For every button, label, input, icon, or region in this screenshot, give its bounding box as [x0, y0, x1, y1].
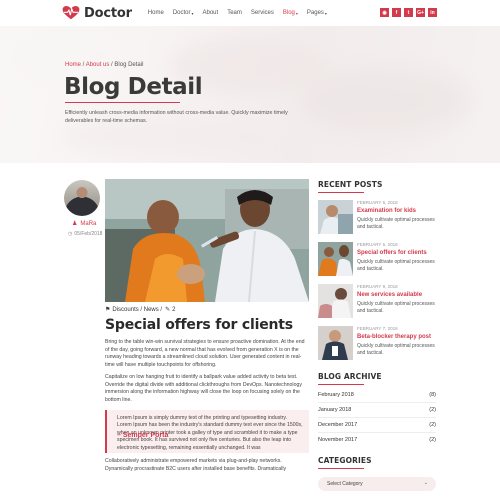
title-underline [65, 102, 180, 103]
page-title: Blog Detail [64, 74, 203, 100]
rss-icon[interactable]: ◉ [380, 8, 389, 17]
nav-item-label: Services [250, 10, 274, 16]
page: Doctor Home Doctor ▾ About Team Services Blog ▾… [0, 0, 500, 500]
recent-post-item[interactable]: FEBRUARY 7, 2018 Beta-blocker therapy pos… [318, 326, 436, 362]
breadcrumb-current: Blog Detail [114, 62, 144, 68]
divider [318, 417, 436, 418]
nav-item-label: About [202, 10, 219, 16]
archive-month: December 2017 [318, 422, 358, 428]
divider [318, 432, 436, 433]
nav-item-label: Home [147, 10, 164, 16]
post-featured-image [105, 179, 309, 302]
nav-item-label: Team [227, 10, 242, 16]
archive-item[interactable]: November 2017 (2) [318, 437, 436, 443]
nav-item-label: Doctor [172, 10, 191, 16]
recent-post-thumbnail[interactable] [318, 242, 353, 276]
author-name[interactable]: ♟ MaRa [72, 220, 97, 228]
archive-count: (2) [429, 422, 436, 428]
recent-post-date: FEBRUARY 5, 2018 [357, 242, 398, 247]
clock-icon: ◷ [68, 231, 73, 237]
quote-author: – Semper Porta [117, 432, 169, 439]
breadcrumb: Home / About us / Blog Detail [65, 62, 143, 68]
linkedin-icon[interactable]: in [428, 8, 437, 17]
post-paragraph: Bring to the table win-win survival stra… [105, 339, 305, 368]
nav-item-doctor[interactable]: Doctor ▾ [173, 10, 194, 16]
archive-count: (2) [429, 437, 436, 443]
nav-item-about[interactable]: About [203, 10, 219, 16]
social-links: ◉ f t G+ in [377, 8, 437, 17]
page-description: Efficiently unleash cross-media informat… [65, 110, 288, 124]
comment-count[interactable]: 2 [172, 307, 175, 313]
author-label: MaRa [80, 220, 97, 227]
heart-pulse-icon [62, 6, 80, 20]
post-categories[interactable]: Discounts / News / [112, 307, 162, 313]
post-meta: ⚑ Discounts / News / ✎ 2 [105, 306, 175, 314]
nav-item-services[interactable]: Services [251, 10, 274, 16]
archive-month: January 2018 [318, 407, 352, 413]
recent-post-title[interactable]: New services available [357, 292, 422, 298]
recent-post-thumbnail[interactable] [318, 200, 353, 234]
heading-underline [318, 384, 364, 385]
recent-post-date: FEBRUARY 7, 2018 [357, 326, 398, 331]
chevron-down-icon: ▾ [191, 10, 194, 16]
nav-item-label: Pages [306, 10, 324, 16]
archive-item[interactable]: December 2017 (2) [318, 422, 436, 428]
archive-month: February 2018 [318, 392, 354, 398]
main-menu: Home Doctor ▾ About Team Services Blog ▾ Pages ▾ [148, 10, 336, 16]
archive-count: (2) [429, 407, 436, 413]
post-paragraph: Collaboratively administrate empowered m… [105, 458, 287, 472]
post-title: Special offers for clients [105, 317, 293, 333]
recent-post-item[interactable]: FEBRUARY 5, 2018 Special offers for clien… [318, 242, 436, 278]
breadcrumb-about[interactable]: About us [86, 62, 110, 68]
nav-item-home[interactable]: Home [148, 10, 164, 16]
tag-icon: ⚑ [105, 307, 111, 313]
top-navbar: Doctor Home Doctor ▾ About Team Services Blog ▾… [0, 0, 500, 26]
recent-post-thumbnail[interactable] [318, 326, 353, 360]
recent-post-excerpt: Quickly cultivate optimal processes and … [357, 217, 435, 230]
recent-post-excerpt: Quickly cultivate optimal processes and … [357, 343, 435, 356]
post-date: ◷ 05/Feb/2018 [68, 231, 102, 237]
brand-name: Doctor [84, 5, 132, 21]
user-icon: ♟ [72, 221, 78, 227]
blog-archive-heading: BLOG ARCHIVE [318, 372, 382, 381]
comment-icon: ✎ [165, 307, 171, 313]
recent-post-title[interactable]: Examination for kids [357, 208, 416, 214]
hero-banner: Home / About us / Blog Detail Blog Detai… [0, 26, 500, 163]
recent-posts-heading: RECENT POSTS [318, 180, 383, 189]
archive-item[interactable]: February 2018 (8) [318, 392, 436, 398]
archive-count: (8) [429, 392, 436, 398]
recent-post-excerpt: Quickly cultivate optimal processes and … [357, 301, 435, 314]
nav-item-blog[interactable]: Blog ▾ [283, 10, 298, 16]
recent-post-excerpt: Quickly cultivate optimal processes and … [357, 259, 435, 272]
breadcrumb-home[interactable]: Home [65, 62, 81, 68]
author-avatar [64, 180, 100, 216]
archive-item[interactable]: January 2018 (2) [318, 407, 436, 413]
googleplus-icon[interactable]: G+ [416, 8, 425, 17]
recent-post-date: FEBRUARY 5, 2018 [357, 200, 398, 205]
chevron-down-icon: ⌄ [423, 480, 428, 486]
recent-post-title[interactable]: Special offers for clients [357, 250, 427, 256]
heading-underline [318, 192, 364, 193]
category-select-value: Select Category [327, 481, 363, 487]
chevron-down-icon: ▾ [295, 10, 298, 16]
heading-underline [318, 468, 364, 469]
recent-post-thumbnail[interactable] [318, 284, 353, 318]
facebook-icon[interactable]: f [392, 8, 401, 17]
logo[interactable]: Doctor [62, 6, 132, 21]
recent-post-title[interactable]: Beta-blocker therapy post [357, 334, 431, 340]
archive-month: November 2017 [318, 437, 358, 443]
recent-post-date: FEBRUARY 9, 2018 [357, 284, 398, 289]
recent-post-item[interactable]: FEBRUARY 5, 2018 Examination for kids Quic… [318, 200, 436, 236]
chevron-down-icon: ▾ [324, 10, 327, 16]
post-paragraph: Capitalize on low hanging fruit to ident… [105, 374, 302, 403]
post-date-text: 05/Feb/2018 [74, 231, 103, 237]
nav-item-label: Blog [282, 10, 295, 16]
category-select[interactable]: Select Category ⌄ [318, 477, 436, 491]
recent-post-item[interactable]: FEBRUARY 9, 2018 New services available Qu… [318, 284, 436, 320]
categories-heading: CATEGORIES [318, 456, 372, 465]
divider [318, 402, 436, 403]
nav-item-pages[interactable]: Pages ▾ [307, 10, 327, 16]
nav-item-team[interactable]: Team [227, 10, 242, 16]
twitter-icon[interactable]: t [404, 8, 413, 17]
